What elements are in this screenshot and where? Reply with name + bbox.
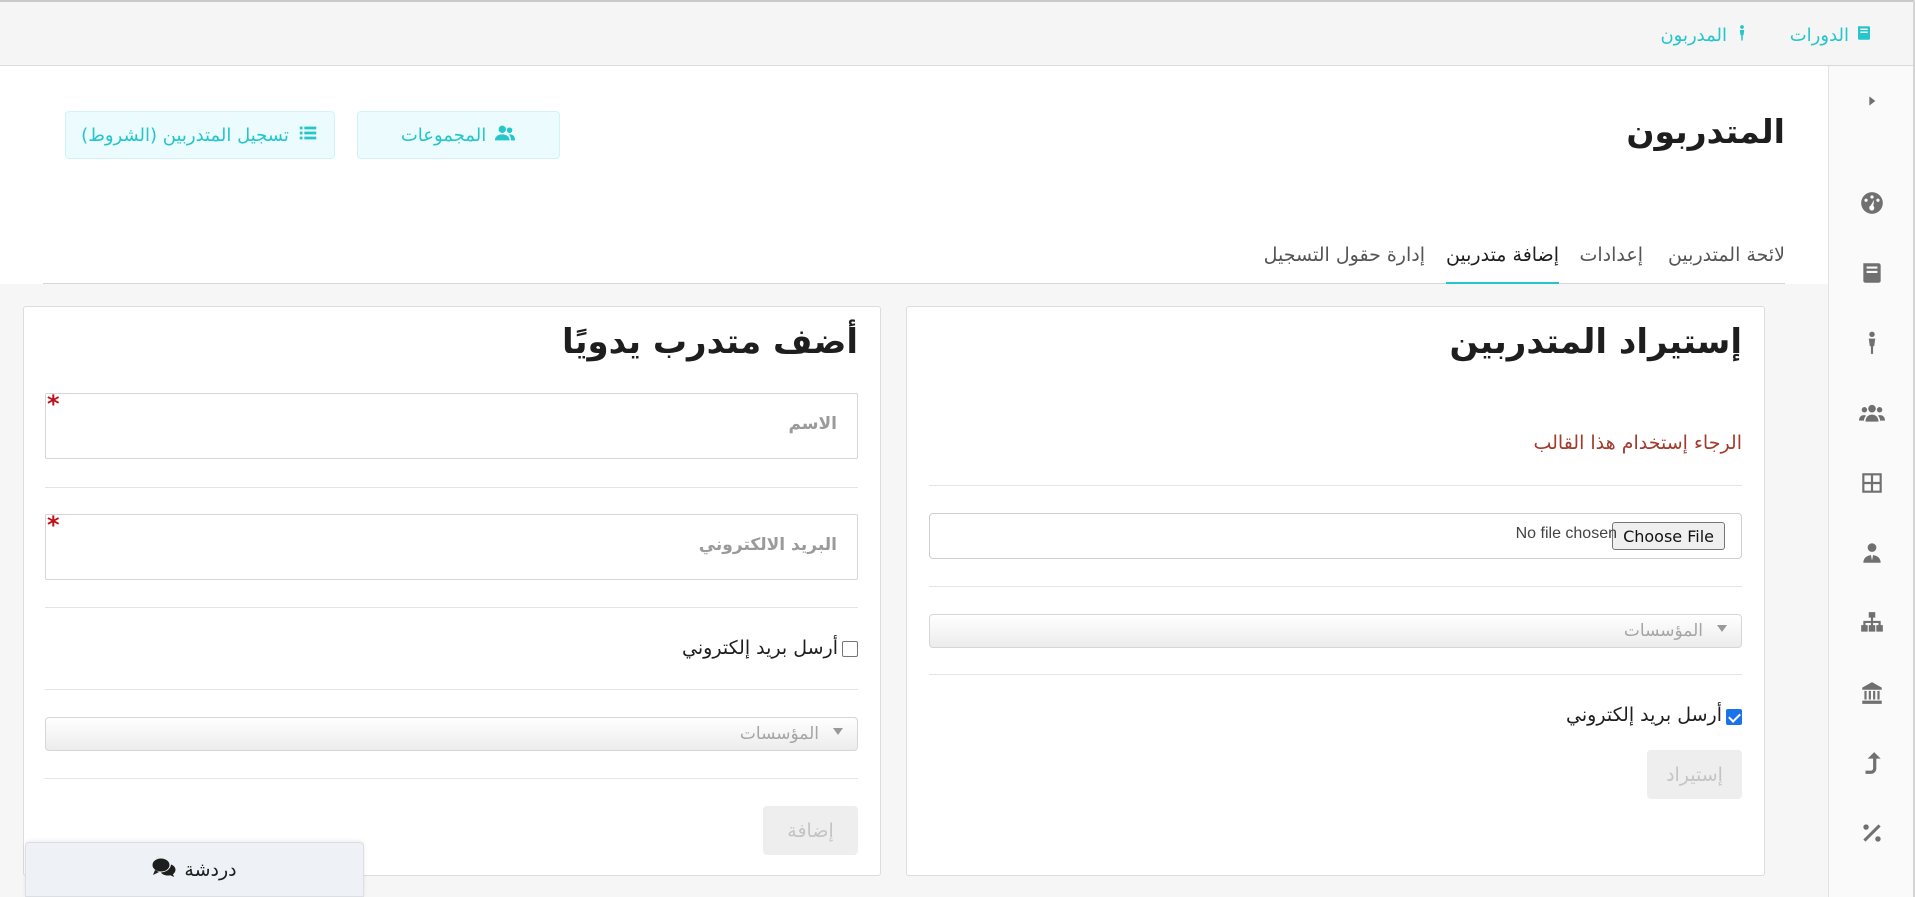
top-navbar: الدورات المدربون — [0, 0, 1915, 66]
name-field-placeholder: الاسم — [788, 414, 837, 434]
table-icon[interactable] — [1857, 468, 1887, 498]
tab-trainees-list[interactable]: لائحة المتدربين — [1668, 244, 1785, 284]
comments-icon — [152, 857, 176, 882]
import-card-title: إستيراد المتدربين — [1449, 322, 1743, 362]
nav-courses-link[interactable]: الدورات — [1790, 24, 1873, 47]
divider — [45, 778, 858, 779]
chat-widget[interactable]: دردشة — [25, 842, 364, 897]
dashboard-icon[interactable] — [1857, 188, 1887, 218]
book-icon[interactable] — [1857, 258, 1887, 288]
email-field-placeholder: البريد الالكتروني — [698, 535, 837, 555]
divider — [45, 487, 858, 488]
divider — [45, 607, 858, 608]
import-trainees-card — [906, 306, 1765, 876]
book-icon — [1855, 24, 1873, 47]
tab-add-trainees[interactable]: إضافة متدربين — [1445, 244, 1559, 284]
person-icon[interactable] — [1857, 328, 1887, 358]
template-link[interactable]: الرجاء إستخدام هذا القالب — [1533, 432, 1742, 454]
required-asterisk: * — [47, 511, 60, 539]
tab-registration-fields[interactable]: إدارة حقول التسجيل — [1264, 244, 1425, 284]
manual-institutions-select[interactable]: المؤسسات — [45, 717, 858, 751]
nav-trainees-label: المدربون — [1660, 25, 1727, 46]
sitemap-icon[interactable] — [1857, 608, 1887, 638]
users-icon[interactable] — [1857, 398, 1887, 428]
chevron-down-icon — [833, 728, 843, 735]
divider — [45, 689, 858, 690]
import-institutions-select[interactable]: المؤسسات — [929, 614, 1742, 648]
groups-button-label: المجموعات — [400, 124, 487, 146]
building-icon[interactable] — [1857, 678, 1887, 708]
import-send-email-label: أرسل بريد إلكتروني — [1566, 704, 1722, 726]
divider — [929, 485, 1742, 486]
users-icon — [494, 122, 516, 149]
percent-icon[interactable] — [1857, 818, 1887, 848]
manual-institutions-placeholder: المؤسسات — [739, 724, 819, 744]
divider — [929, 586, 1742, 587]
tab-settings[interactable]: إعدادات — [1580, 244, 1644, 284]
groups-button[interactable]: المجموعات — [357, 111, 560, 159]
import-submit-button[interactable]: إستيراد — [1647, 750, 1742, 799]
file-status-text: No file chosen — [1515, 525, 1617, 542]
manual-add-card — [23, 306, 881, 876]
chat-label: دردشة — [184, 858, 237, 881]
nav-courses-label: الدورات — [1789, 25, 1849, 46]
manual-send-email-label: أرسل بريد إلكتروني — [682, 637, 838, 659]
chevron-down-icon — [1717, 625, 1727, 632]
caret-right-icon[interactable] — [1857, 86, 1887, 116]
choose-file-button[interactable]: Choose File — [1612, 522, 1725, 550]
import-send-email-checkbox[interactable] — [1726, 709, 1742, 725]
nav-trainees-link[interactable]: المدربون — [1660, 24, 1751, 47]
manual-card-title: أضف متدرب يدويًا — [561, 322, 858, 362]
required-asterisk: * — [47, 390, 60, 418]
share-icon[interactable] — [1857, 748, 1887, 778]
email-field[interactable]: البريد الالكتروني — [45, 514, 858, 580]
list-icon — [297, 122, 319, 149]
import-institutions-placeholder: المؤسسات — [1623, 621, 1703, 641]
divider — [929, 674, 1742, 675]
register-trainees-button[interactable]: تسجيل المتدربين (الشروط) — [65, 111, 335, 159]
file-upload-input[interactable]: Choose File No file chosen — [929, 513, 1742, 559]
page-title: المتدربون — [1626, 112, 1785, 151]
user-tie-icon[interactable] — [1857, 538, 1887, 568]
tab-bar: لائحة المتدربين إعدادات إضافة متدربين إد… — [43, 236, 1785, 284]
manual-submit-button[interactable]: إضافة — [763, 806, 858, 855]
manual-send-email-checkbox[interactable] — [842, 641, 858, 657]
name-field[interactable]: الاسم — [45, 393, 858, 459]
person-icon — [1733, 24, 1751, 47]
register-trainees-label: تسجيل المتدربين (الشروط) — [81, 124, 289, 146]
